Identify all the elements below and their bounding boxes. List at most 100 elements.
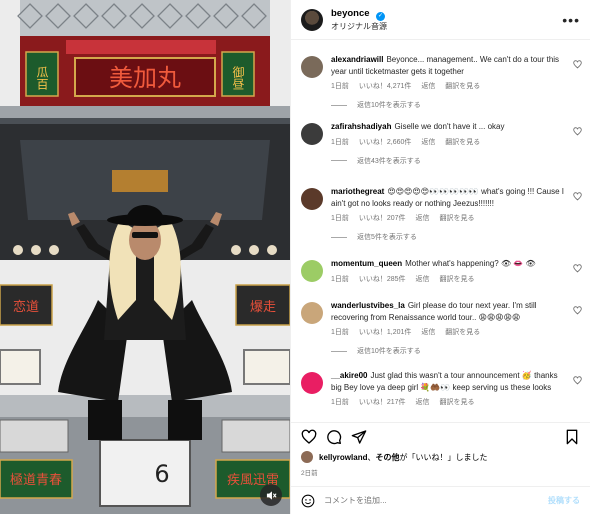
post-photo: 美加丸 瓜百 御昼 恋道 爆走 極道青春 疾風迅雷 6	[0, 0, 290, 514]
comment-like-button[interactable]	[573, 306, 582, 317]
truck-sign-mid-left: 恋道	[13, 299, 39, 315]
comment-icon	[327, 430, 342, 445]
commenter-username[interactable]: __akire00	[331, 371, 367, 380]
reply-button[interactable]: 返信	[421, 329, 435, 336]
comment-item: zafirahshadiyah Giselle we don't have it …	[301, 121, 582, 166]
heart-icon	[573, 306, 582, 315]
heart-icon	[573, 192, 582, 201]
share-button[interactable]	[351, 429, 367, 445]
comment-likes[interactable]: いいね！1,201件	[359, 329, 412, 336]
view-replies-button[interactable]: 返信43件を表示する	[331, 156, 566, 166]
commenter-username[interactable]: alexandriawill	[331, 55, 383, 64]
commenter-username[interactable]: momentum_queen	[331, 259, 402, 268]
heart-icon	[573, 264, 582, 273]
author-avatar[interactable]	[301, 8, 323, 31]
translate-button[interactable]: 翻訳を見る	[439, 276, 474, 283]
smile-icon[interactable]	[301, 494, 315, 508]
comment-like-button[interactable]	[573, 264, 582, 275]
truck-sign-top-right: 御昼	[231, 65, 245, 90]
instagram-post-modal: 美加丸 瓜百 御昼 恋道 爆走 極道青春 疾風迅雷 6 beyonce ✓ オリ…	[0, 0, 590, 514]
commenter-username[interactable]: zafirahshadiyah	[331, 122, 391, 131]
translate-button[interactable]: 翻訳を見る	[439, 215, 474, 222]
comment-time[interactable]: 1日前	[331, 276, 349, 283]
comment-likes[interactable]: いいね！2,660件	[359, 139, 412, 146]
heart-icon	[573, 60, 582, 69]
verified-badge-icon: ✓	[376, 12, 385, 21]
comment-likes[interactable]: いいね！285件	[359, 276, 406, 283]
commenter-avatar[interactable]	[301, 56, 323, 78]
comment-like-button[interactable]	[573, 192, 582, 203]
comment-item: mariothegreat 😍😍😍😍😍👀👀👀👀👀 what's going !!!…	[301, 186, 582, 242]
comment-time[interactable]: 1日前	[331, 215, 349, 222]
translate-button[interactable]: 翻訳を見る	[439, 399, 474, 406]
comment-time[interactable]: 1日前	[331, 329, 349, 336]
commenter-username[interactable]: wanderlustvibes_la	[331, 301, 405, 310]
truck-sign-bottom-left: 極道青春	[10, 472, 62, 488]
comment-item: __akire00 Just glad this wasn't a tour an…	[301, 370, 582, 407]
bookmark-icon	[566, 429, 578, 445]
comment-button[interactable]	[326, 429, 342, 445]
comment-item: wanderlustvibes_la Girl please do tour ne…	[301, 300, 582, 356]
commenter-avatar[interactable]	[301, 302, 323, 324]
comment-like-button[interactable]	[573, 60, 582, 71]
comment-likes[interactable]: いいね！4,271件	[359, 83, 412, 90]
audio-link[interactable]: オリジナル音源	[331, 21, 562, 33]
view-replies-button[interactable]: 返信10件を表示する	[331, 100, 566, 110]
reply-button[interactable]: 返信	[416, 399, 430, 406]
comment-like-button[interactable]	[573, 376, 582, 387]
reply-button[interactable]: 返信	[421, 139, 435, 146]
comment-time[interactable]: 1日前	[331, 83, 349, 90]
commenter-avatar[interactable]	[301, 188, 323, 210]
truck-sign-top: 美加丸	[109, 64, 181, 92]
comment-text: Giselle we don't have it ... okay	[394, 122, 505, 131]
author-info: beyonce ✓ オリジナル音源	[331, 6, 562, 33]
comment-likes[interactable]: いいね！217件	[359, 399, 406, 406]
translate-button[interactable]: 翻訳を見る	[445, 83, 480, 90]
action-bar	[291, 423, 590, 451]
commenter-avatar[interactable]	[301, 260, 323, 282]
translate-button[interactable]: 翻訳を見る	[445, 329, 480, 336]
post-date[interactable]: 2日前	[291, 463, 590, 477]
liker-avatar[interactable]	[301, 451, 313, 463]
reply-button[interactable]: 返信	[416, 276, 430, 283]
post-media[interactable]: 美加丸 瓜百 御昼 恋道 爆走 極道青春 疾風迅雷 6	[0, 0, 290, 514]
truck-sign-mid-right: 爆走	[250, 300, 276, 315]
commenter-avatar[interactable]	[301, 372, 323, 394]
comment-like-button[interactable]	[573, 127, 582, 138]
heart-icon	[573, 127, 582, 136]
likes-summary: kellyrowland、その他が「いいね！」しました	[291, 451, 590, 463]
like-button[interactable]	[301, 429, 317, 445]
view-replies-label: 返信5件を表示する	[357, 234, 417, 241]
commenter-username[interactable]: mariothegreat	[331, 187, 384, 196]
share-icon	[351, 430, 367, 444]
truck-sign-top-left: 瓜百	[35, 66, 49, 90]
comment-time[interactable]: 1日前	[331, 399, 349, 406]
comment-item: alexandriawill Beyonce... management.. We…	[301, 54, 582, 110]
reply-button[interactable]: 返信	[416, 215, 430, 222]
liker-username[interactable]: kellyrowland	[319, 453, 367, 462]
commenter-avatar[interactable]	[301, 123, 323, 145]
view-replies-button[interactable]: 返信10件を表示する	[331, 346, 566, 356]
post-comment-button[interactable]: 投稿する	[548, 495, 580, 506]
mute-icon	[266, 490, 277, 500]
author-username[interactable]: beyonce	[331, 8, 370, 19]
comment-text: Mother what's happening? 👁 👄 👁	[405, 259, 536, 268]
comment-likes[interactable]: いいね！207件	[359, 215, 406, 222]
save-button[interactable]	[564, 429, 580, 445]
post-header: beyonce ✓ オリジナル音源 •••	[291, 0, 590, 40]
more-options-icon[interactable]: •••	[562, 12, 580, 28]
comment-composer: 投稿する	[291, 486, 590, 514]
likes-others-link[interactable]: その他	[375, 453, 399, 462]
likes-suffix: が「いいね！」しました	[399, 452, 488, 462]
comment-input[interactable]	[324, 496, 548, 505]
translate-button[interactable]: 翻訳を見る	[445, 139, 480, 146]
view-replies-label: 返信10件を表示する	[357, 102, 421, 109]
view-replies-button[interactable]: 返信5件を表示する	[331, 232, 566, 242]
truck-plate: 6	[154, 460, 169, 488]
comment-time[interactable]: 1日前	[331, 139, 349, 146]
comment-item: momentum_queen Mother what's happening? 👁…	[301, 258, 582, 284]
heart-icon	[573, 376, 582, 385]
reply-button[interactable]: 返信	[421, 83, 435, 90]
post-side-panel: beyonce ✓ オリジナル音源 ••• alexandriawill Beyo…	[290, 0, 590, 514]
mute-button[interactable]	[260, 484, 282, 506]
